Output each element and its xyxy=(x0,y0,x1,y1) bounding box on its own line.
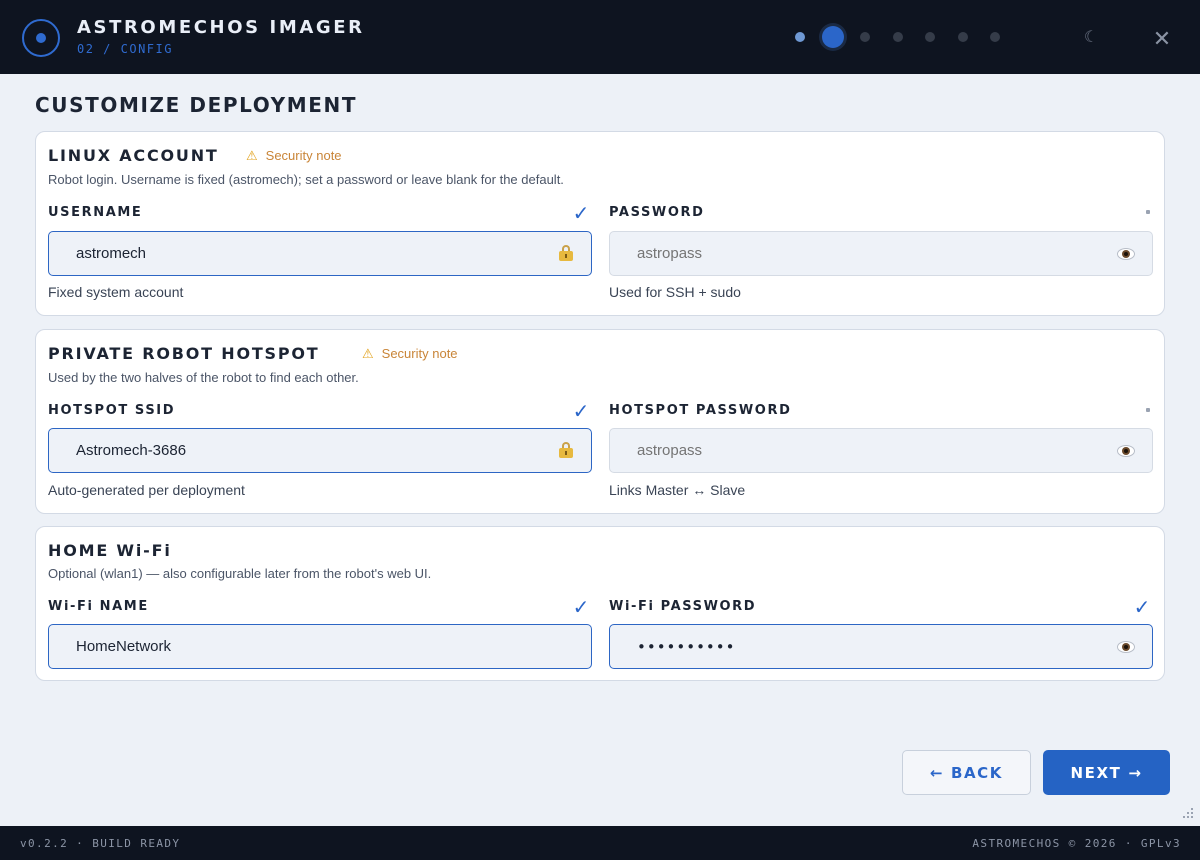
password-label: PASSWORD xyxy=(609,205,705,220)
step-dot-4[interactable] xyxy=(893,32,903,42)
section-title: PRIVATE ROBOT HOTSPOT xyxy=(48,344,320,363)
status-dot-icon xyxy=(1146,408,1150,412)
next-button[interactable]: NEXT → xyxy=(1043,750,1170,795)
logo-icon xyxy=(22,19,60,57)
security-note[interactable]: ⚠ Security note xyxy=(362,346,458,362)
hotspot-ssid-label: HOTSPOT SSID xyxy=(48,403,176,418)
linux-account-card: LINUX ACCOUNT ⚠ Security note Robot login… xyxy=(35,131,1165,316)
hotspot-password-input[interactable] xyxy=(610,429,1152,472)
password-field[interactable] xyxy=(609,231,1153,276)
resize-grip-icon[interactable] xyxy=(1181,806,1195,820)
wifi-password-input[interactable] xyxy=(610,625,1152,668)
hotspot-ssid-field[interactable] xyxy=(48,428,592,473)
eye-icon[interactable] xyxy=(1117,444,1135,458)
hotspot-password-label: HOTSPOT PASSWORD xyxy=(609,403,792,418)
username-label: USERNAME xyxy=(48,205,143,220)
step-dot-3[interactable] xyxy=(860,32,870,42)
wifi-name-field[interactable] xyxy=(48,624,592,669)
hotspot-ssid-help: Auto-generated per deployment xyxy=(48,482,245,498)
password-input[interactable] xyxy=(610,232,1152,275)
hotspot-password-help: Links Master ↔ Slave xyxy=(609,482,746,498)
lock-icon xyxy=(559,245,573,261)
home-wifi-card: HOME Wi-Fi Optional (wlan1) — also confi… xyxy=(35,526,1165,681)
section-title: LINUX ACCOUNT xyxy=(48,146,219,165)
section-description: Robot login. Username is fixed (astromec… xyxy=(48,172,564,187)
warning-icon: ⚠ xyxy=(246,149,258,164)
section-title: HOME Wi-Fi xyxy=(48,541,172,560)
status-bar: v0.2.2 · BUILD READY ASTROMECHOS © 2026 … xyxy=(0,826,1200,860)
step-dot-7[interactable] xyxy=(990,32,1000,42)
username-input[interactable] xyxy=(49,232,591,275)
security-note[interactable]: ⚠ Security note xyxy=(246,148,342,164)
check-icon: ✓ xyxy=(572,201,590,225)
wifi-password-field[interactable] xyxy=(609,624,1153,669)
moon-icon[interactable]: ☾ xyxy=(1082,27,1100,47)
hotspot-card: PRIVATE ROBOT HOTSPOT ⚠ Security note Use… xyxy=(35,329,1165,514)
wifi-password-label: Wi-Fi PASSWORD xyxy=(609,599,757,614)
wifi-name-label: Wi-Fi NAME xyxy=(48,599,149,614)
back-button[interactable]: ← BACK xyxy=(902,750,1031,795)
eye-icon[interactable] xyxy=(1117,247,1135,261)
build-status: v0.2.2 · BUILD READY xyxy=(20,837,181,850)
eye-icon[interactable] xyxy=(1117,640,1135,654)
password-help: Used for SSH + sudo xyxy=(609,284,741,300)
app-title: ASTROMECHOS IMAGER xyxy=(77,17,365,38)
close-icon[interactable]: ✕ xyxy=(1151,29,1173,51)
lock-icon xyxy=(559,442,573,458)
hotspot-ssid-input[interactable] xyxy=(49,429,591,472)
step-indicator xyxy=(790,26,1010,48)
section-description: Used by the two halves of the robot to f… xyxy=(48,370,359,385)
step-dot-2-current[interactable] xyxy=(822,26,844,48)
app-header: ASTROMECHOS IMAGER 02 / CONFIG ☾ ✕ xyxy=(0,0,1200,74)
step-dot-1[interactable] xyxy=(795,32,805,42)
username-help: Fixed system account xyxy=(48,284,184,300)
wifi-name-input[interactable] xyxy=(49,625,591,668)
check-icon: ✓ xyxy=(572,595,590,619)
step-dot-5[interactable] xyxy=(925,32,935,42)
warning-icon: ⚠ xyxy=(362,347,374,362)
hotspot-password-field[interactable] xyxy=(609,428,1153,473)
section-description: Optional (wlan1) — also configurable lat… xyxy=(48,566,432,581)
page-title: CUSTOMIZE DEPLOYMENT xyxy=(35,93,358,117)
copyright: ASTROMECHOS © 2026 · GPLv3 xyxy=(972,837,1181,850)
username-field[interactable] xyxy=(48,231,592,276)
security-note-label: Security note xyxy=(265,148,342,163)
page-breadcrumb: 02 / CONFIG xyxy=(77,42,173,56)
status-dot-icon xyxy=(1146,210,1150,214)
check-icon: ✓ xyxy=(1133,595,1151,619)
check-icon: ✓ xyxy=(572,399,590,423)
security-note-label: Security note xyxy=(381,346,458,361)
step-dot-6[interactable] xyxy=(958,32,968,42)
